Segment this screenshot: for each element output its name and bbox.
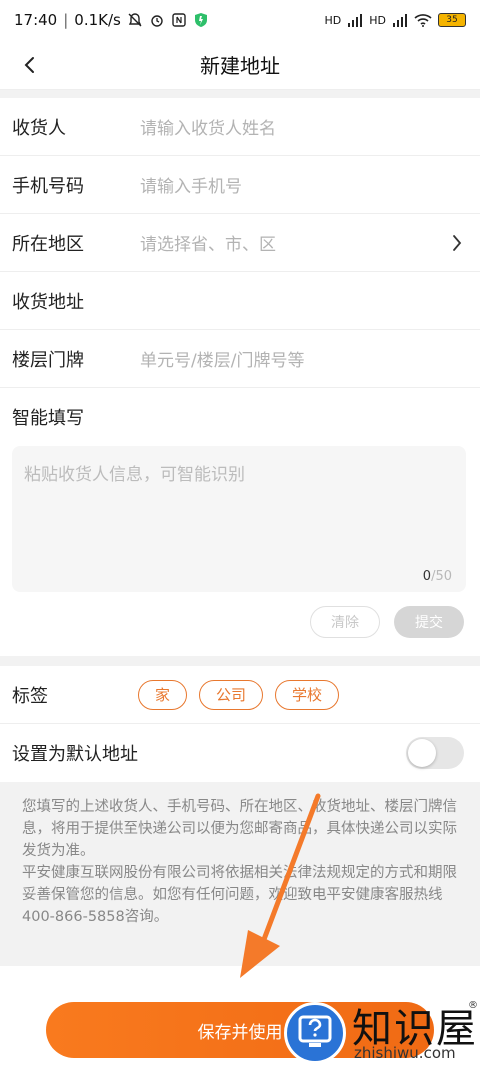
signal-icon-2 <box>393 14 407 27</box>
watermark-registered-mark: ® <box>468 1000 478 1011</box>
toggle-knob <box>408 739 436 767</box>
char-count-max: /50 <box>431 569 452 584</box>
question-monitor-icon <box>298 1015 332 1047</box>
default-address-row: 设置为默认地址 <box>0 724 480 782</box>
smart-fill-textarea[interactable]: 粘贴收货人信息，可智能识别 0/50 <box>12 446 466 592</box>
default-address-toggle[interactable] <box>406 737 464 769</box>
clock: 17:40 <box>14 11 58 29</box>
divider <box>0 656 480 666</box>
char-count-current: 0 <box>422 569 432 584</box>
signal-label-1: HD <box>324 13 342 27</box>
recipient-row[interactable]: 收货人 请输入收货人姓名 <box>0 98 480 156</box>
tag-school[interactable]: 学校 <box>275 679 340 710</box>
watermark-logo-icon <box>284 1002 346 1064</box>
tag-company[interactable]: 公司 <box>199 679 264 710</box>
alarm-icon <box>151 15 163 27</box>
network-speed: 0.1K/s <box>74 11 121 29</box>
region-row[interactable]: 所在地区 请选择省、市、区 <box>0 214 480 272</box>
tags-label: 标签 <box>12 685 48 707</box>
chevron-right-icon <box>453 235 462 251</box>
address-row[interactable]: 收货地址 <box>0 272 480 330</box>
smart-fill-title: 智能填写 <box>12 408 84 429</box>
submit-button[interactable]: 提交 <box>394 606 464 638</box>
nav-bar: 新建地址 <box>0 40 480 90</box>
signal-icon <box>348 14 363 27</box>
phone-label: 手机号码 <box>12 175 84 197</box>
back-button[interactable] <box>14 50 46 80</box>
recipient-label: 收货人 <box>12 117 66 139</box>
default-address-label: 设置为默认地址 <box>12 744 138 765</box>
smart-fill-placeholder: 粘贴收货人信息，可智能识别 <box>24 465 245 485</box>
notice-paragraph-2: 平安健康互联网股份有限公司将依据相关法律法规规定的方式和期限妥善保管您的信息。如… <box>22 865 457 925</box>
status-bar: 17:40 | 0.1K/s HD HD 35 <box>0 0 480 40</box>
address-label: 收货地址 <box>12 291 84 313</box>
battery-icon: 35 <box>438 13 466 27</box>
address-form: 收货人 请输入收货人姓名 手机号码 请输入手机号 所在地区 请选择省、市、区 收… <box>0 98 480 960</box>
watermark-subtitle: zhishiwu.com <box>354 1044 456 1062</box>
tags-row: 标签 家 公司 学校 <box>0 666 480 724</box>
tag-home[interactable]: 家 <box>138 679 188 710</box>
privacy-notice: 您填写的上述收货人、手机号码、所在地区、收货地址、楼层门牌信息，将用于提供至快递… <box>0 782 480 960</box>
notice-paragraph-1: 您填写的上述收货人、手机号码、所在地区、收货地址、楼层门牌信息，将用于提供至快递… <box>22 799 457 859</box>
nfc-icon <box>172 13 186 27</box>
bell-muted-icon <box>128 13 142 27</box>
wifi-icon <box>414 14 432 27</box>
char-counter: 0/50 <box>423 569 452 584</box>
floor-input[interactable]: 单元号/楼层/门牌号等 <box>140 346 304 371</box>
page-title: 新建地址 <box>200 54 280 78</box>
region-label: 所在地区 <box>12 233 84 255</box>
signal-label-2: HD <box>369 13 386 27</box>
watermark: 知识屋 ® zhishiwu.com <box>282 994 480 1067</box>
region-selector[interactable]: 请选择省、市、区 <box>140 230 276 255</box>
divider <box>0 90 480 98</box>
phone-row[interactable]: 手机号码 请输入手机号 <box>0 156 480 214</box>
phone-input[interactable]: 请输入手机号 <box>140 172 242 197</box>
floor-row[interactable]: 楼层门牌 单元号/楼层/门牌号等 <box>0 330 480 388</box>
smart-fill-section: 智能填写 粘贴收货人信息，可智能识别 0/50 清除 提交 <box>0 388 480 656</box>
chevron-left-icon <box>24 57 34 73</box>
smart-fill-actions: 清除 提交 <box>12 592 468 656</box>
clear-button[interactable]: 清除 <box>310 606 380 638</box>
floor-label: 楼层门牌 <box>12 349 84 371</box>
recipient-input[interactable]: 请输入收货人姓名 <box>140 114 276 139</box>
shield-icon <box>194 13 207 27</box>
